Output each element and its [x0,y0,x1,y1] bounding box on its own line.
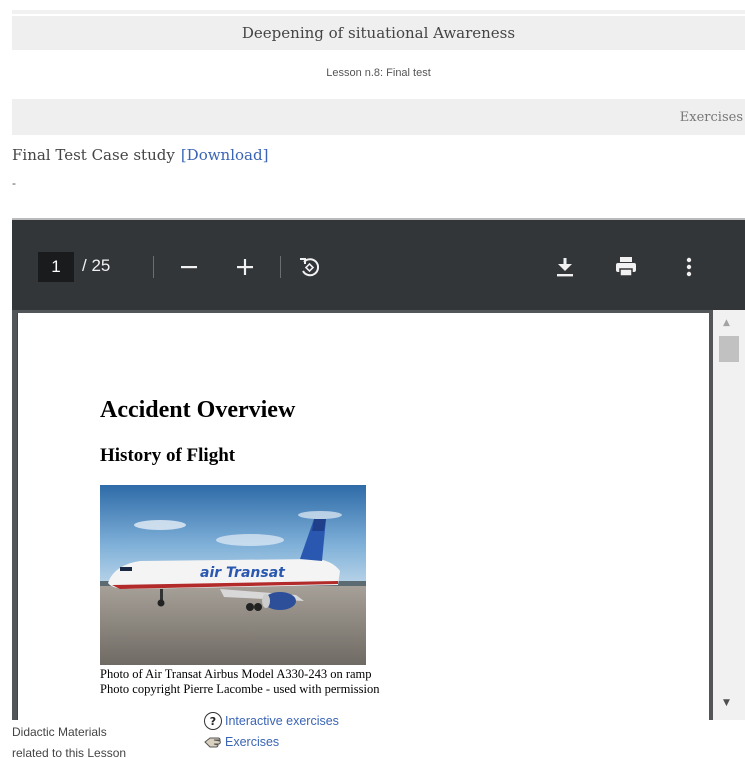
exercises-label[interactable]: Exercises [225,735,279,749]
scroll-down-arrow-icon[interactable]: ▼ [723,698,730,708]
interactive-exercises-link[interactable]: ? Interactive exercises [204,712,339,730]
scroll-thumb[interactable] [719,336,739,362]
exercises-link[interactable]: Exercises [204,734,279,750]
separator-dash: - [12,176,16,190]
airplane-photo: air Transat [100,485,366,665]
didactic-line-1: Didactic Materials [12,725,107,739]
interactive-exercises-label[interactable]: Interactive exercises [225,714,339,728]
zoom-out-icon[interactable] [172,250,206,284]
download-icon[interactable] [548,250,582,284]
toolbar-separator [280,256,281,278]
section-exercises-header: Exercises [12,99,745,135]
didactic-materials-label: Didactic Materials related to this Lesso… [12,722,126,758]
lesson-title: Lesson n.8: Final test [326,67,431,79]
pdf-page: Accident Overview History of Flight air … [17,313,709,720]
scroll-up-arrow-icon[interactable]: ▲ [723,318,730,328]
pdf-viewer: 1 / 25 Accident Overview History of Flig… [12,220,745,720]
pdf-toolbar: 1 / 25 [12,220,745,310]
svg-text:air Transat: air Transat [200,565,286,581]
section-label: Exercises [679,109,743,125]
more-options-icon[interactable] [672,250,706,284]
page-total: / 25 [82,256,111,275]
rotate-icon[interactable] [292,250,326,284]
download-link[interactable]: [Download] [181,146,269,164]
case-study-row: Final Test Case study [Download] [12,146,268,164]
question-icon: ? [204,712,222,730]
caption-line-2: Photo copyright Pierre Lacombe - used wi… [100,682,380,696]
didactic-line-2: related to this Lesson [12,746,127,758]
pdf-scrollbar[interactable]: ▲ ▼ [713,310,745,720]
document-heading: Accident Overview [100,397,296,423]
page-number-input[interactable]: 1 [38,252,74,282]
lesson-materials-footer: Didactic Materials related to this Lesso… [0,712,745,758]
case-study-label: Final Test Case study [12,146,175,164]
photo-caption: Photo of Air Transat Airbus Model A330-2… [100,667,379,697]
hand-icon [204,734,222,750]
toolbar-separator [153,256,154,278]
document-subheading: History of Flight [100,445,236,466]
zoom-in-icon[interactable] [228,250,262,284]
caption-line-1: Photo of Air Transat Airbus Model A330-2… [100,667,372,681]
top-divider [12,10,745,14]
course-title: Deepening of situational Awareness [12,16,745,50]
pdf-page-area[interactable]: Accident Overview History of Flight air … [12,310,745,720]
print-icon[interactable] [609,250,643,284]
